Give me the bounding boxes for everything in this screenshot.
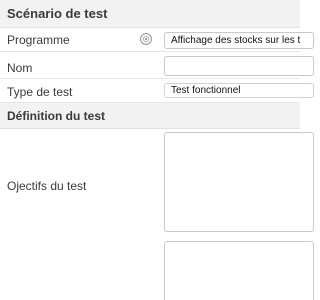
type-de-test-select[interactable]: Test fonctionnel xyxy=(164,83,314,98)
programme-label: Programme xyxy=(7,33,70,47)
programme-row: Programme Affichage des stocks sur les t xyxy=(0,28,314,52)
section-header-scenario: Scénario de test xyxy=(0,0,300,28)
nom-label: Nom xyxy=(7,61,33,75)
objectifs-label: Ojectifs du test xyxy=(7,179,87,193)
nom-row: Nom xyxy=(0,52,314,79)
type-de-test-row: Type de test Test fonctionnel xyxy=(0,79,314,103)
type-de-test-label: Type de test xyxy=(7,85,73,99)
nom-input[interactable] xyxy=(164,56,314,76)
section-title: Définition du test xyxy=(7,108,105,123)
radio-icon[interactable] xyxy=(140,33,152,45)
next-textarea[interactable] xyxy=(164,241,314,300)
section-header-definition: Définition du test xyxy=(0,103,300,129)
programme-select[interactable]: Affichage des stocks sur les t xyxy=(164,32,314,49)
section-title: Scénario de test xyxy=(7,6,108,21)
objectifs-textarea[interactable] xyxy=(164,132,314,232)
radio-dot-icon xyxy=(145,38,147,40)
